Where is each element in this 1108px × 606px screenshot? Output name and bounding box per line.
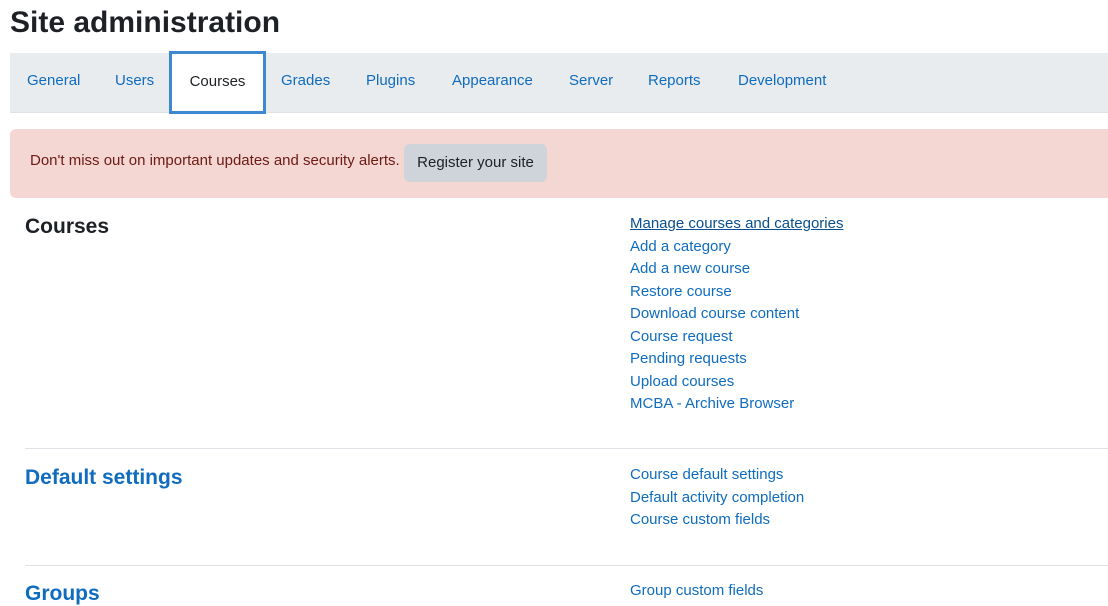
- link-download-course-content[interactable]: Download course content: [630, 303, 843, 326]
- link-course-request[interactable]: Course request: [630, 326, 843, 349]
- courses-links: Manage courses and categories Add a cate…: [630, 213, 843, 416]
- default-settings-links: Course default settings Default activity…: [630, 464, 804, 532]
- link-mcba-archive-browser[interactable]: MCBA - Archive Browser: [630, 393, 843, 416]
- tab-courses[interactable]: Courses: [169, 51, 266, 114]
- registration-alert: Don't miss out on important updates and …: [10, 129, 1108, 198]
- link-group-custom-fields[interactable]: Group custom fields: [630, 580, 763, 603]
- tab-grades[interactable]: Grades: [281, 53, 330, 113]
- register-site-button[interactable]: Register your site: [404, 144, 547, 182]
- link-course-default-settings[interactable]: Course default settings: [630, 464, 804, 487]
- link-course-custom-fields[interactable]: Course custom fields: [630, 509, 804, 532]
- link-pending-requests[interactable]: Pending requests: [630, 348, 843, 371]
- tab-appearance[interactable]: Appearance: [452, 53, 533, 113]
- link-add-new-course[interactable]: Add a new course: [630, 258, 843, 281]
- section-divider: [25, 448, 1108, 449]
- link-add-category[interactable]: Add a category: [630, 236, 843, 259]
- section-title-default-settings[interactable]: Default settings: [25, 466, 183, 490]
- tab-general[interactable]: General: [27, 53, 80, 113]
- admin-tab-bar: General Users Courses Grades Plugins App…: [10, 51, 1108, 114]
- tab-development[interactable]: Development: [738, 53, 826, 113]
- alert-message: Don't miss out on important updates and …: [30, 152, 400, 169]
- section-divider: [25, 565, 1108, 566]
- link-manage-courses-categories[interactable]: Manage courses and categories: [630, 213, 843, 236]
- section-title-groups[interactable]: Groups: [25, 582, 100, 606]
- tab-reports[interactable]: Reports: [648, 53, 701, 113]
- section-title-courses: Courses: [25, 215, 110, 238]
- link-default-activity-completion[interactable]: Default activity completion: [630, 487, 804, 510]
- page-title: Site administration: [10, 6, 281, 39]
- groups-links: Group custom fields: [630, 580, 763, 603]
- tab-plugins[interactable]: Plugins: [366, 53, 415, 113]
- tab-users[interactable]: Users: [115, 53, 154, 113]
- link-restore-course[interactable]: Restore course: [630, 281, 843, 304]
- tab-server[interactable]: Server: [569, 53, 613, 113]
- link-upload-courses[interactable]: Upload courses: [630, 371, 843, 394]
